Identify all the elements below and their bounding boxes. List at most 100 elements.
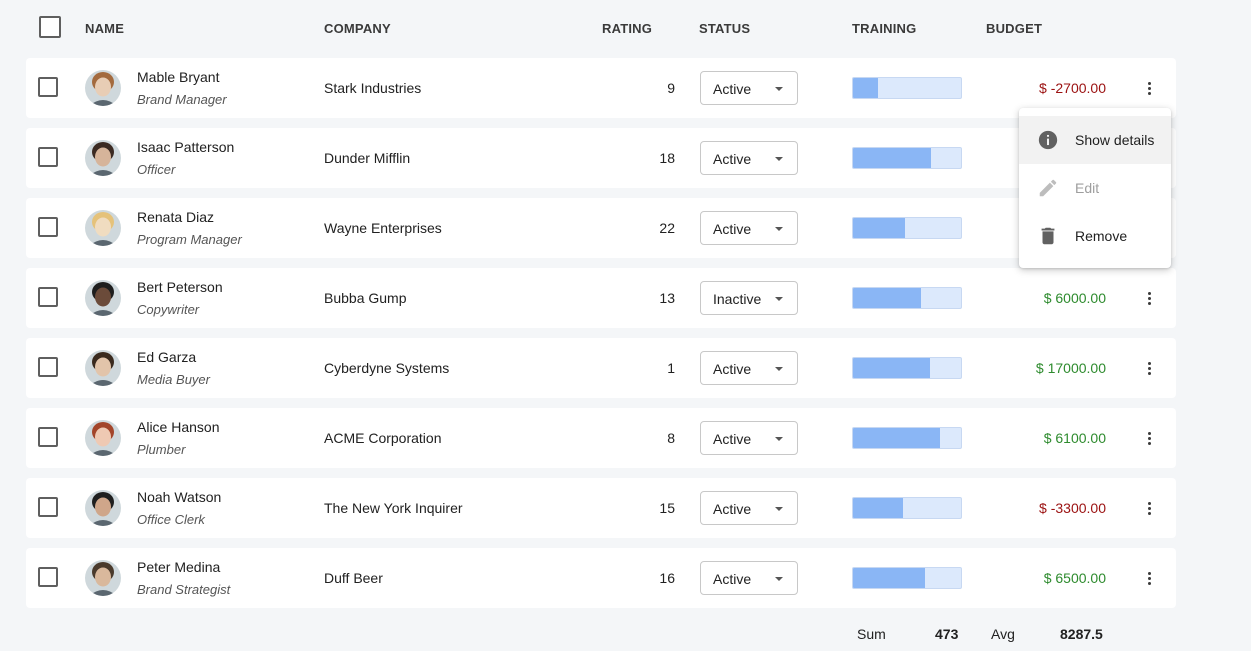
budget-value: $ -3300.00 [1039, 500, 1106, 516]
table-row[interactable]: Peter Medina Brand Strategist Duff Beer … [26, 548, 1176, 608]
table-row[interactable]: Isaac Patterson Officer Dunder Mifflin 1… [26, 128, 1176, 188]
avg-label: Avg [991, 626, 1015, 642]
person-name[interactable]: Renata Diaz [137, 209, 214, 225]
sum-value: 473 [935, 626, 959, 642]
company-name: Duff Beer [324, 570, 383, 586]
avatar [85, 70, 121, 106]
chevron-down-icon [775, 297, 783, 301]
select-all-checkbox[interactable] [39, 16, 61, 38]
status-value: Active [713, 571, 752, 587]
row-checkbox[interactable] [38, 427, 58, 447]
status-value: Active [713, 361, 752, 377]
avatar [85, 420, 121, 456]
training-progress-bar [852, 147, 962, 169]
menu-item-label: Edit [1075, 180, 1100, 196]
training-progress-bar [852, 287, 962, 309]
avatar [85, 560, 121, 596]
status-select[interactable]: Active [700, 211, 798, 245]
person-title: Brand Manager [137, 92, 227, 107]
trash-icon [1041, 227, 1055, 245]
more-vert-icon[interactable] [1146, 572, 1154, 586]
status-select[interactable]: Active [700, 491, 798, 525]
menu-item-remove[interactable]: Remove [1019, 212, 1171, 260]
chevron-down-icon [775, 227, 783, 231]
table-row[interactable]: Noah Watson Office Clerk The New York In… [26, 478, 1176, 538]
training-progress-bar [852, 567, 962, 589]
row-checkbox[interactable] [38, 147, 58, 167]
row-checkbox[interactable] [38, 567, 58, 587]
row-checkbox[interactable] [38, 497, 58, 517]
column-header-rating[interactable]: RATING [602, 21, 652, 36]
status-select[interactable]: Active [700, 351, 798, 385]
table-row[interactable]: Bert Peterson Copywriter Bubba Gump 13 I… [26, 268, 1176, 328]
training-progress-bar [852, 217, 962, 239]
row-checkbox[interactable] [38, 217, 58, 237]
row-checkbox[interactable] [38, 357, 58, 377]
budget-value: $ 6000.00 [1043, 290, 1106, 306]
budget-value: $ -2700.00 [1039, 80, 1106, 96]
company-name: Bubba Gump [324, 290, 407, 306]
company-name: Stark Industries [324, 80, 422, 96]
status-value: Active [713, 81, 752, 97]
menu-item-edit: Edit [1019, 164, 1171, 212]
row-checkbox[interactable] [38, 287, 58, 307]
more-vert-icon[interactable] [1146, 82, 1154, 96]
person-name[interactable]: Noah Watson [137, 489, 221, 505]
person-title: Program Manager [137, 232, 242, 247]
person-name[interactable]: Ed Garza [137, 349, 196, 365]
column-header-name[interactable]: NAME [85, 21, 124, 36]
rating-value: 18 [659, 150, 675, 166]
chevron-down-icon [775, 87, 783, 91]
column-header-company[interactable]: COMPANY [324, 21, 391, 36]
training-progress-fill [853, 148, 931, 168]
more-vert-icon[interactable] [1146, 292, 1154, 306]
menu-item-show-details[interactable]: Show details [1019, 116, 1171, 164]
table-row[interactable]: Ed Garza Media Buyer Cyberdyne Systems 1… [26, 338, 1176, 398]
training-progress-bar [852, 427, 962, 449]
chevron-down-icon [775, 157, 783, 161]
person-title: Copywriter [137, 302, 200, 317]
person-name[interactable]: Mable Bryant [137, 69, 219, 85]
more-vert-icon[interactable] [1146, 362, 1154, 376]
avatar [85, 350, 121, 386]
rating-value: 15 [659, 500, 675, 516]
status-select[interactable]: Active [700, 561, 798, 595]
training-progress-bar [852, 497, 962, 519]
column-header-training[interactable]: TRAINING [852, 21, 916, 36]
info-icon [1038, 130, 1058, 150]
more-vert-icon[interactable] [1146, 432, 1154, 446]
table-row[interactable]: Renata Diaz Program Manager Wayne Enterp… [26, 198, 1176, 258]
rating-value: 9 [667, 80, 675, 96]
more-vert-icon[interactable] [1146, 502, 1154, 516]
column-header-budget[interactable]: BUDGET [986, 21, 1042, 36]
status-value: Active [713, 221, 752, 237]
menu-item-label: Show details [1075, 132, 1155, 148]
status-value: Active [713, 501, 752, 517]
table-row[interactable]: Mable Bryant Brand Manager Stark Industr… [26, 58, 1176, 118]
chevron-down-icon [775, 577, 783, 581]
status-select[interactable]: Active [700, 141, 798, 175]
person-name[interactable]: Peter Medina [137, 559, 220, 575]
status-select[interactable]: Active [700, 421, 798, 455]
status-select[interactable]: Active [700, 71, 798, 105]
company-name: ACME Corporation [324, 430, 442, 446]
person-name[interactable]: Bert Peterson [137, 279, 223, 295]
person-name[interactable]: Isaac Patterson [137, 139, 234, 155]
status-select[interactable]: Inactive [700, 281, 798, 315]
avg-value: 8287.5 [1060, 626, 1103, 642]
training-progress-fill [853, 288, 922, 308]
row-actions-menu: Show details Edit Remove [1019, 108, 1171, 268]
person-name[interactable]: Alice Hanson [137, 419, 220, 435]
table-row[interactable]: Alice Hanson Plumber ACME Corporation 8 … [26, 408, 1176, 468]
chevron-down-icon [775, 437, 783, 441]
company-name: Wayne Enterprises [324, 220, 442, 236]
training-progress-fill [853, 218, 905, 238]
avatar [85, 210, 121, 246]
rating-value: 1 [667, 360, 675, 376]
person-title: Officer [137, 162, 176, 177]
row-checkbox[interactable] [38, 77, 58, 97]
column-header-status[interactable]: STATUS [699, 21, 750, 36]
person-title: Plumber [137, 442, 186, 457]
avatar [85, 140, 121, 176]
training-progress-bar [852, 77, 962, 99]
